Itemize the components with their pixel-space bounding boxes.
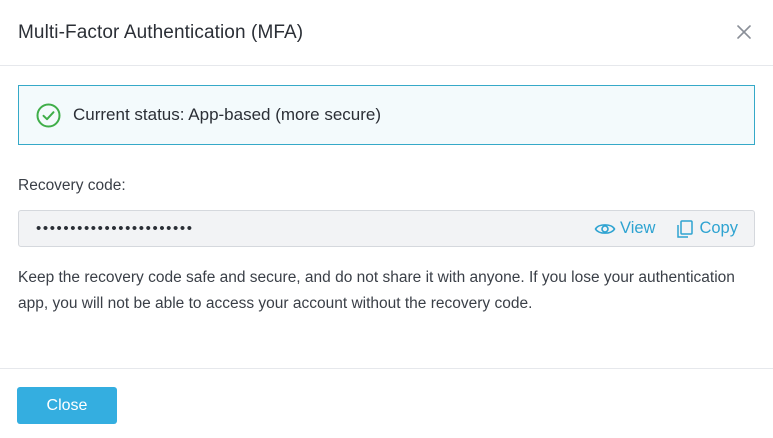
status-banner: Current status: App-based (more secure) [18, 85, 755, 145]
status-text: Current status: App-based (more secure) [73, 105, 382, 124]
recovery-code-field: ••••••••••••••••••••••• View Copy [18, 210, 755, 247]
dialog-body: Current status: App-based (more secure) … [0, 66, 773, 317]
close-button[interactable]: Close [17, 387, 117, 424]
dialog-header: Multi-Factor Authentication (MFA) [0, 0, 773, 66]
copy-button[interactable]: Copy [675, 219, 738, 239]
dialog-footer: Close [0, 368, 773, 438]
close-icon[interactable] [735, 23, 753, 41]
recovery-code-label: Recovery code: [18, 177, 126, 194]
copy-icon [677, 219, 694, 238]
view-button[interactable]: View [594, 219, 655, 238]
recovery-code-masked-value: ••••••••••••••••••••••• [36, 220, 194, 237]
check-circle-icon [36, 103, 61, 128]
copy-button-label: Copy [699, 219, 738, 237]
dialog-title: Multi-Factor Authentication (MFA) [18, 21, 304, 43]
eye-icon [594, 223, 616, 234]
view-button-label: View [620, 219, 656, 237]
recovery-help-text: Keep the recovery code safe and secure, … [18, 269, 735, 312]
mfa-dialog: Multi-Factor Authentication (MFA) Curren… [0, 0, 773, 438]
